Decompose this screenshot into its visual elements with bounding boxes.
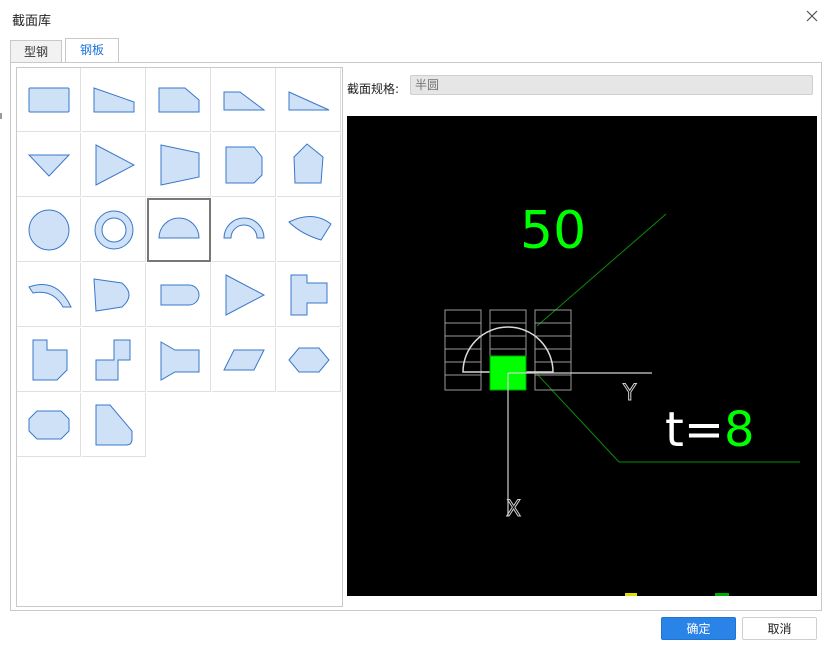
shape-cell-t-shape[interactable] (277, 263, 341, 327)
bottom-mark-yellow (625, 593, 637, 596)
window-edge-mark (0, 113, 2, 119)
shape-cell-hexagon[interactable] (277, 328, 341, 392)
right-pointing-triangle-icon (95, 144, 136, 186)
shape-cell-stadium[interactable] (147, 263, 211, 327)
taper-block-icon (160, 341, 200, 381)
spec-input[interactable] (410, 75, 813, 95)
close-icon[interactable] (804, 8, 820, 24)
spec-label: 截面规格: (347, 82, 400, 96)
axis-y-label: Y (622, 381, 637, 406)
shape-cell-chamfered-pentagon[interactable] (212, 133, 276, 197)
semicircle-icon (158, 217, 200, 239)
shape-cell-triangle[interactable] (212, 263, 276, 327)
shape-cell-chamfered-plate[interactable] (147, 68, 211, 132)
window-title: 截面库 (12, 14, 52, 29)
curved-strip-icon (28, 284, 72, 308)
shape-cell-semicircle[interactable] (147, 198, 211, 262)
shape-cell-curved-strip[interactable] (17, 263, 81, 327)
shape-cell-tapered-trapezoid[interactable] (147, 133, 211, 197)
preview-canvas: Y X 50 t=8 (444, 201, 800, 596)
triangle-icon (225, 274, 266, 316)
shape-cell-circle[interactable] (17, 198, 81, 262)
shape-cell-irregular-pentagon[interactable] (277, 133, 341, 197)
shape-cell-rectangle[interactable] (17, 68, 81, 132)
shape-cell-right-pointing-triangle[interactable] (82, 133, 146, 197)
shape-cell-semi-ring[interactable] (212, 198, 276, 262)
right-trapezoid-icon (93, 87, 135, 113)
thickness-label: t=8 (665, 402, 755, 458)
shape-cell-right-trapezoid[interactable] (82, 68, 146, 132)
dimension-label: 50 (520, 201, 586, 261)
main-panel: 截面规格: 半圆 Y X 50 t=8 (10, 62, 822, 611)
stadium-icon (160, 284, 200, 306)
thickness-prefix: t= (665, 402, 724, 458)
chamfered-plate-icon (158, 87, 200, 113)
axis-x-label: X (506, 497, 521, 522)
ok-button[interactable]: 确定 (661, 617, 736, 640)
shape-cell-down-triangle[interactable] (17, 133, 81, 197)
low-triangle-icon (223, 91, 266, 111)
tab-section-steel[interactable]: 型钢 (10, 40, 62, 62)
tab-steel-plate[interactable]: 钢板 (65, 38, 119, 63)
section-preview: Y X 50 t=8 (347, 116, 817, 596)
shape-cell-circular-segment[interactable] (277, 198, 341, 262)
shape-cell-low-triangle[interactable] (212, 68, 276, 132)
thickness-value: 8 (724, 402, 755, 458)
bottom-mark-green (715, 593, 729, 596)
rounded-corner-plate-icon (95, 404, 133, 446)
shape-grid (16, 67, 343, 607)
irregular-pentagon-icon (293, 143, 324, 184)
l-corner-icon (32, 339, 68, 381)
shape-cell-octagon[interactable] (17, 393, 81, 457)
octagon-icon (28, 410, 70, 440)
circular-segment-icon (288, 216, 332, 241)
ring-icon (94, 210, 134, 250)
rectangle-icon (28, 87, 70, 113)
shape-cell-flat-triangle[interactable] (277, 68, 341, 132)
hexagon-icon (288, 347, 330, 373)
bullet-plate-icon (93, 278, 130, 312)
cancel-button[interactable]: 取消 (742, 617, 817, 640)
shape-cell-ring[interactable] (82, 198, 146, 262)
parallelogram-icon (223, 349, 265, 371)
chamfered-pentagon-icon (225, 146, 263, 184)
shape-cell-l-corner[interactable] (17, 328, 81, 392)
down-triangle-icon (27, 154, 71, 177)
shape-cell-parallelogram[interactable] (212, 328, 276, 392)
t-shape-icon (290, 274, 328, 316)
z-shape-icon (95, 339, 131, 381)
shape-cell-taper-block[interactable] (147, 328, 211, 392)
shape-cell-bullet-plate[interactable] (82, 263, 146, 327)
guide-line-lower (536, 373, 620, 463)
shape-cell-z-shape[interactable] (82, 328, 146, 392)
title-bar: 截面库 (0, 0, 832, 36)
shape-cell-rounded-corner-plate[interactable] (82, 393, 146, 457)
tapered-trapezoid-icon (160, 144, 200, 186)
flat-triangle-icon (288, 91, 330, 111)
semi-ring-icon (223, 217, 265, 239)
circle-icon (28, 209, 70, 251)
